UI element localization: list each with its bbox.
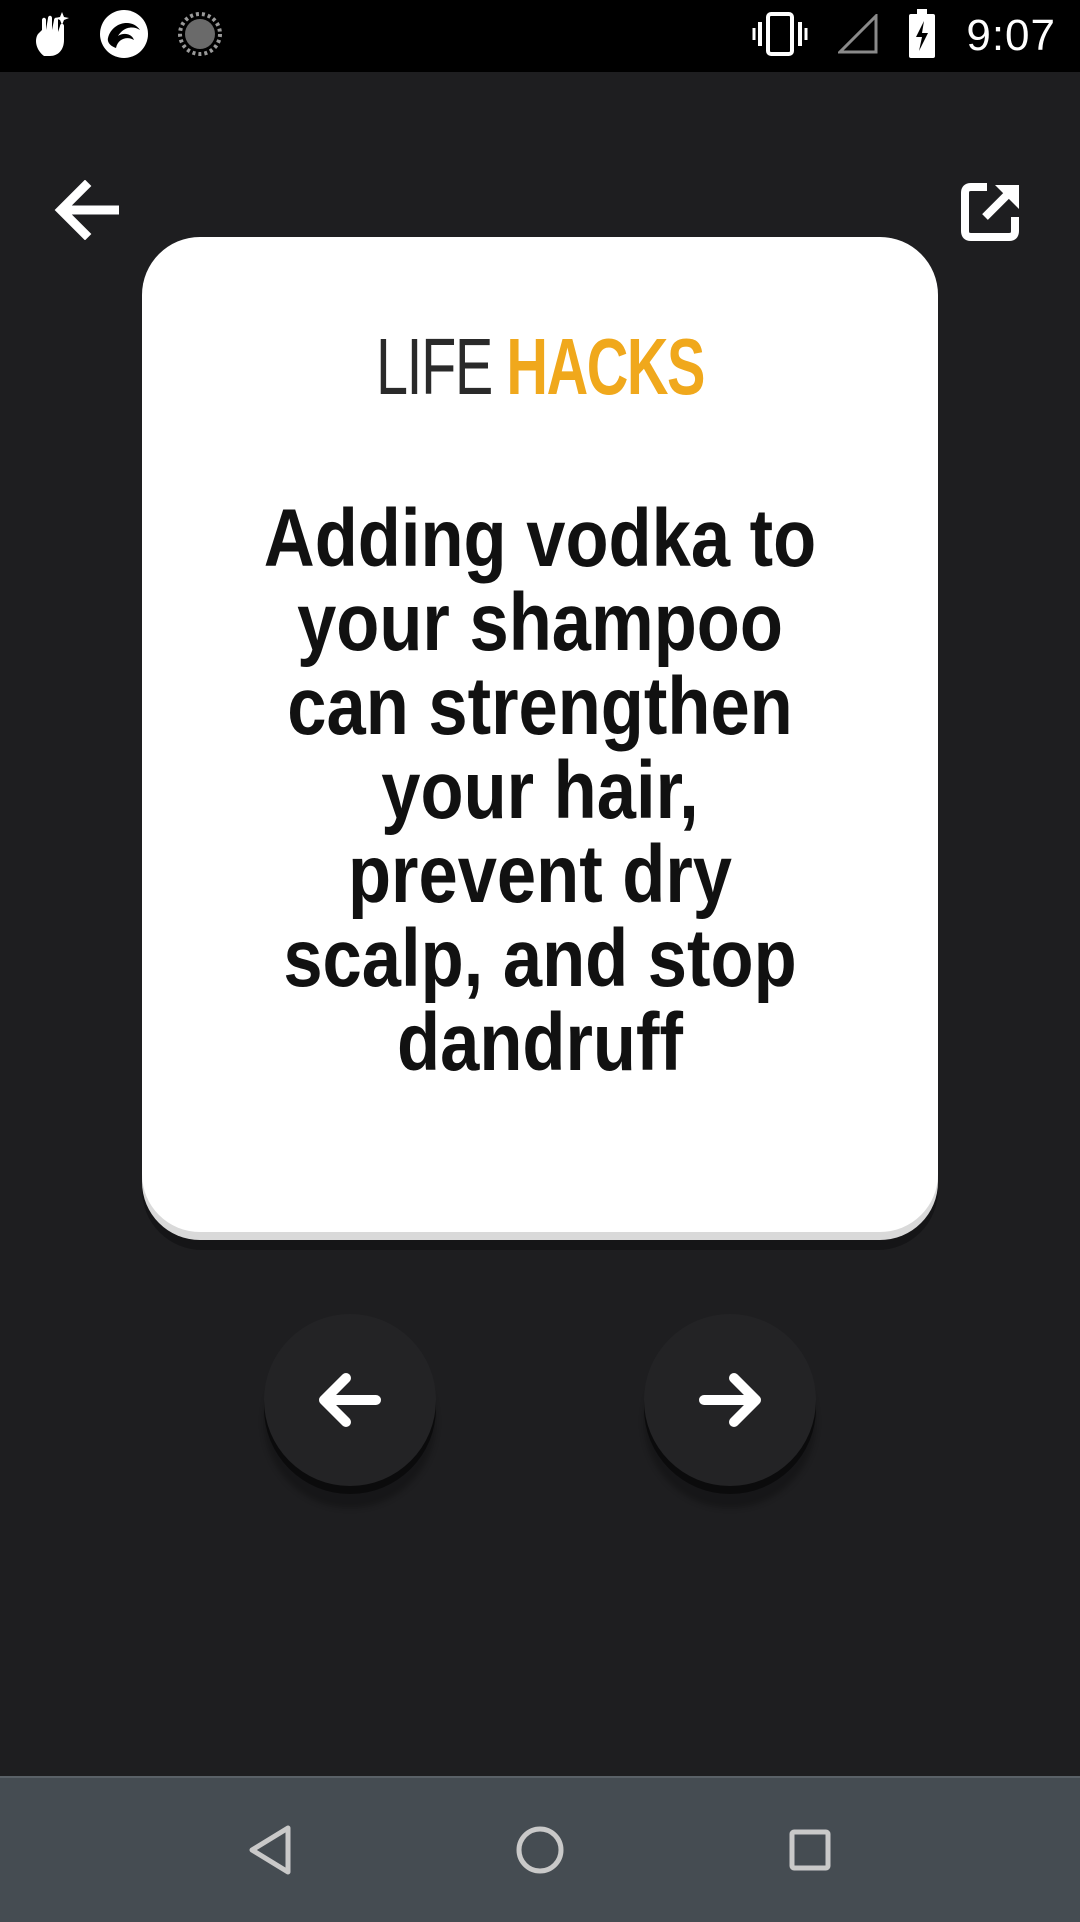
- hack-text-content: Adding vodka to your shampoo can strengt…: [263, 493, 817, 1088]
- system-recents-button[interactable]: [774, 1814, 846, 1886]
- circle-home-icon: [516, 1826, 564, 1874]
- hack-text: Adding vodka to your shampoo can strengt…: [202, 497, 878, 1085]
- life-hack-card: LIFE HACKS Adding vodka to your shampoo …: [142, 237, 938, 1232]
- next-button[interactable]: [644, 1314, 816, 1486]
- hand-sparkle-icon: [32, 10, 72, 63]
- status-time: 9:07: [966, 11, 1056, 60]
- title-hacks: HACKS: [506, 322, 705, 411]
- battery-charging-icon: [908, 8, 936, 64]
- triangle-back-icon: [249, 1825, 291, 1875]
- arrow-left-icon: [319, 1373, 381, 1427]
- back-button[interactable]: [40, 162, 136, 258]
- card-title: LIFE HACKS: [253, 327, 826, 407]
- status-bar: 9:07: [0, 0, 1080, 72]
- vibrate-icon: [752, 10, 808, 63]
- app-screen: LIFE HACKS Adding vodka to your shampoo …: [0, 72, 1080, 1776]
- system-home-button[interactable]: [504, 1814, 576, 1886]
- app-circle-icon: [98, 8, 150, 65]
- status-left-icons: [32, 8, 224, 64]
- system-back-button[interactable]: [234, 1814, 306, 1886]
- title-life: LIFE: [375, 322, 493, 411]
- arrow-right-icon: [699, 1373, 761, 1427]
- arrow-left-icon: [54, 180, 119, 240]
- square-recents-icon: [789, 1829, 831, 1871]
- share-external-icon: [961, 183, 1019, 241]
- previous-button[interactable]: [264, 1314, 436, 1486]
- system-navigation-bar: [0, 1776, 1080, 1922]
- status-right-icons: 9:07: [752, 8, 1056, 64]
- share-button[interactable]: [944, 162, 1040, 258]
- loading-circle-icon: [176, 10, 224, 63]
- signal-icon: [836, 11, 878, 59]
